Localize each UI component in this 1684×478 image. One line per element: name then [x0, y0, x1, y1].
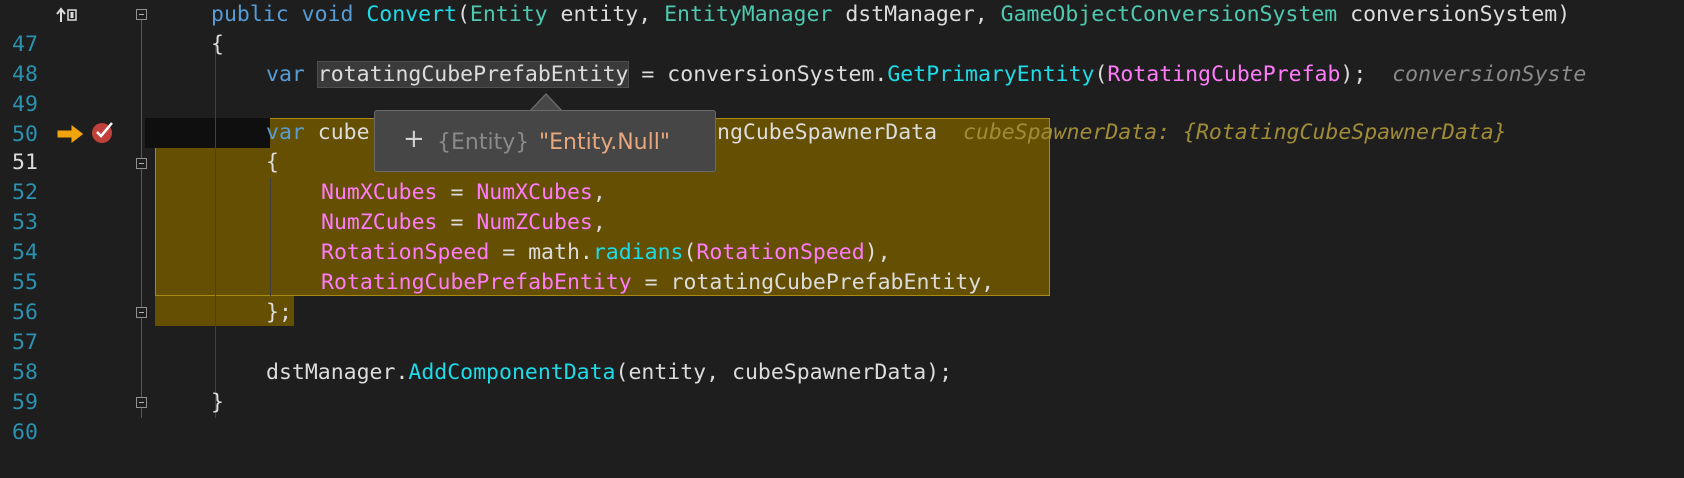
code-line-48[interactable]: 48 {	[0, 30, 1684, 87]
inline-value-hint: cubeSpawnerData: {RotatingCubeSpawnerDat…	[962, 120, 1507, 145]
code-line-49[interactable]: 49 var rotatingCubePrefabEntity = conver…	[0, 60, 1684, 117]
code-line-51[interactable]: 51 var cube ngCubeSpawnerData cubeSpawne…	[0, 118, 1684, 175]
code-line-57[interactable]: 57 };	[0, 298, 1684, 355]
current-statement-arrow-icon	[56, 123, 85, 145]
field-name: RotatingCubePrefab	[1107, 62, 1341, 87]
code-line-59[interactable]: 59 dstManager.AddComponentData(entity, c…	[0, 358, 1684, 415]
debug-datatip[interactable]: + {Entity} "Entity.Null"	[374, 110, 716, 172]
method-name: radians	[592, 240, 684, 265]
brace: {	[211, 32, 224, 57]
field-name: RotationSpeed	[696, 240, 865, 265]
punctuation: ,	[592, 180, 606, 205]
method-name: AddComponentData	[408, 360, 616, 385]
code-line-60[interactable]: 60 }	[0, 388, 1684, 445]
punctuation: ,	[981, 270, 995, 295]
code-text: ngCubeSpawnerData	[717, 120, 938, 145]
parameter-text: entity,	[547, 2, 665, 27]
method-name: GetPrimaryEntity	[887, 62, 1095, 87]
type-name: GameObjectConversionSystem	[1000, 2, 1338, 27]
breakpoint-icon[interactable]	[90, 119, 116, 145]
field-name: NumZCubes	[476, 210, 593, 235]
code-text: cube	[304, 120, 370, 145]
code-line-54[interactable]: 54 NumZCubes = NumZCubes,	[0, 208, 1684, 265]
code-line-52[interactable]: 52 {	[0, 148, 1684, 205]
code-line-58[interactable]: 58	[0, 328, 1684, 385]
operator: = rotatingCubePrefabEntity	[631, 270, 982, 295]
code-line-53[interactable]: 53 NumXCubes = NumXCubes,	[0, 178, 1684, 235]
punctuation: (	[456, 2, 470, 27]
method-name: Convert	[366, 2, 457, 27]
field-name: RotatingCubePrefabEntity	[321, 270, 632, 295]
keyword: public	[211, 2, 289, 27]
field-name: NumXCubes	[321, 180, 438, 205]
datatip-type: {Entity}	[437, 130, 530, 155]
code-text: = conversionSystem.	[628, 62, 888, 87]
operator: =	[437, 210, 477, 235]
code-line-47[interactable]: 47 public void Convert(Entity entity, En…	[0, 0, 1684, 57]
operator: =	[437, 180, 477, 205]
field-name: RotationSpeed	[321, 240, 490, 265]
datatip-value[interactable]: "Entity.Null"	[539, 128, 670, 158]
code-line-50[interactable]: 50	[0, 90, 1684, 147]
type-name: EntityManager	[664, 2, 833, 27]
keyword: var	[266, 62, 305, 87]
punctuation: );	[1340, 62, 1367, 87]
punctuation: (	[1094, 62, 1108, 87]
field-name: NumZCubes	[321, 210, 438, 235]
punctuation: (	[683, 240, 697, 265]
code-line-56[interactable]: 56 RotatingCubePrefabEntity = rotatingCu…	[0, 268, 1684, 325]
code-text: dstManager.	[266, 360, 409, 385]
operator: = math.	[489, 240, 593, 265]
brace: }	[211, 390, 224, 415]
expand-plus-icon[interactable]: +	[403, 124, 425, 154]
keyword: var	[266, 120, 305, 145]
hovered-variable[interactable]: rotatingCubePrefabEntity	[316, 61, 630, 88]
bookmark-up-icon[interactable]	[56, 6, 78, 24]
code-text: (entity, cubeSpawnerData);	[615, 360, 953, 385]
punctuation: ),	[864, 240, 891, 265]
tooltip-pointer-fill	[531, 95, 561, 111]
punctuation: ,	[592, 210, 606, 235]
brace: };	[266, 300, 292, 325]
type-name: Entity	[469, 2, 548, 27]
code-line-55[interactable]: 55 RotationSpeed = math.radians(Rotation…	[0, 238, 1684, 295]
line-number: 60	[12, 420, 38, 445]
parameter-text: dstManager,	[832, 2, 1001, 27]
field-name: NumXCubes	[476, 180, 593, 205]
parameter-text: conversionSystem)	[1337, 2, 1571, 27]
brace: {	[266, 150, 279, 175]
keyword: void	[301, 2, 354, 27]
inline-value-hint: conversionSyste	[1392, 62, 1587, 87]
